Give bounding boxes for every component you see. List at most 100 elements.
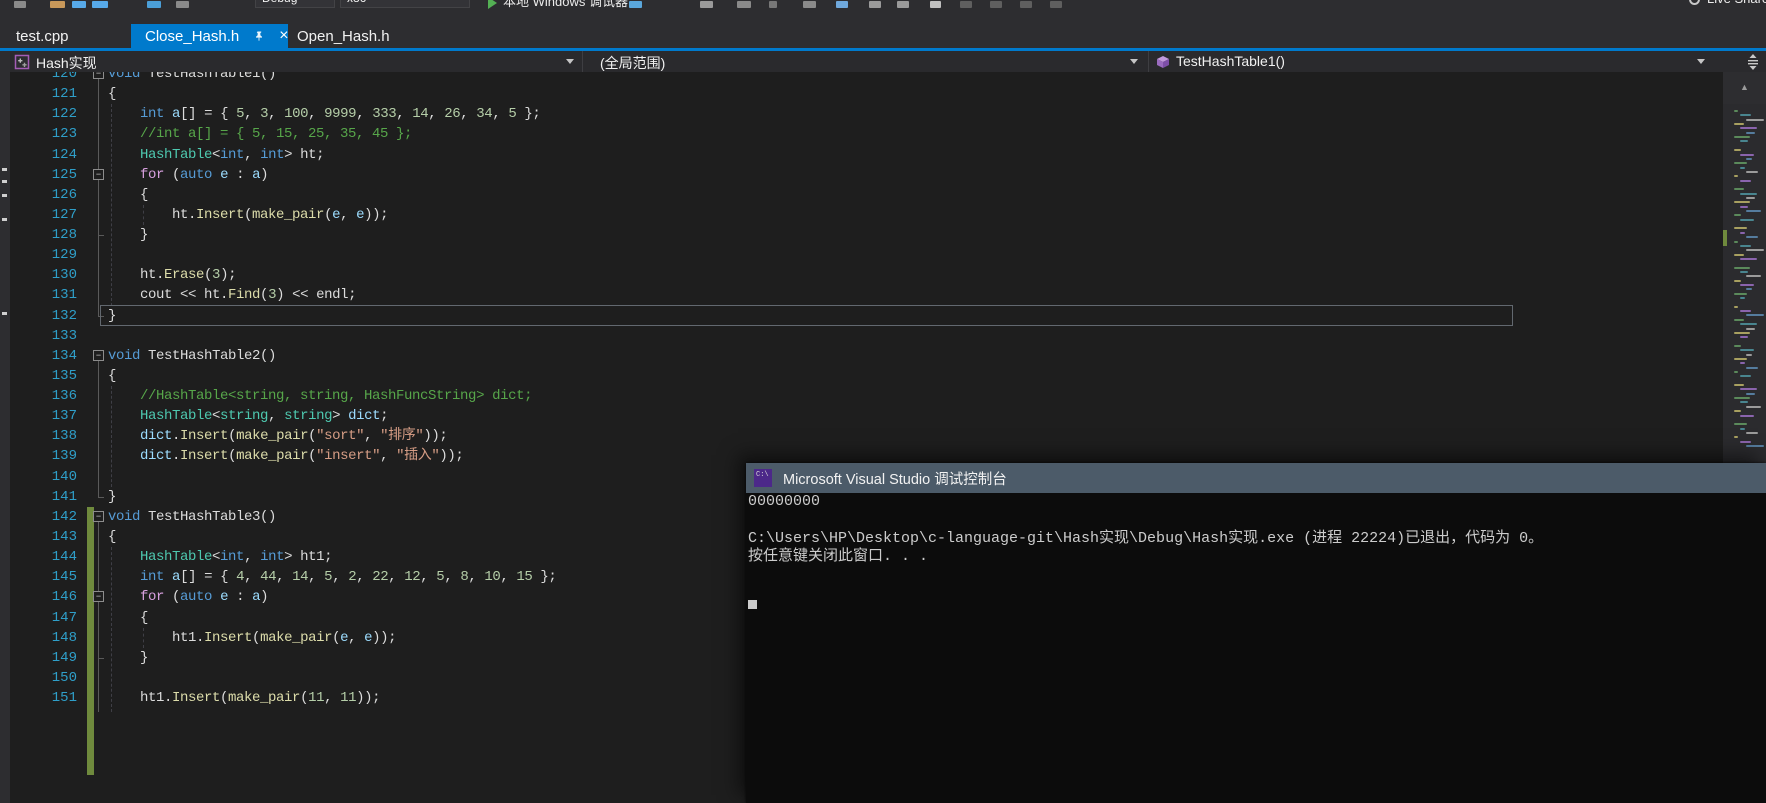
minimap-line-mark <box>1734 214 1741 217</box>
fold-collapse-icon[interactable]: − <box>93 168 104 180</box>
live-share-button[interactable]: Live Share <box>1707 0 1766 6</box>
line-number: 139 <box>51 448 77 465</box>
chevron-down-icon[interactable] <box>566 59 574 64</box>
scope-dropdown[interactable]: (全局范围) <box>600 53 665 73</box>
minimap-line-mark <box>1734 305 1738 308</box>
toolbar-icon-12[interactable] <box>869 1 881 8</box>
minimap-line-mark <box>1740 257 1757 260</box>
code-line-130: 130 ht.Erase(3); <box>10 265 1723 286</box>
code-line-135: 135 { <box>10 366 1723 387</box>
platform-dropdown[interactable]: x86 <box>340 0 470 8</box>
toolbar-icon-1[interactable] <box>50 1 65 8</box>
tab-close-hash-h[interactable]: Close_Hash.h × <box>131 24 289 48</box>
code-text: HashTable<int, int> ht; <box>140 146 325 163</box>
toolbar-icon-4[interactable] <box>147 1 161 8</box>
code-line-137: 137 HashTable<string, string> dict; <box>10 406 1723 427</box>
project-dropdown[interactable]: Hash实现 <box>36 53 97 73</box>
minimap-line-mark <box>1734 149 1741 152</box>
start-debug-button[interactable]: 本地 Windows 调试器 <box>503 0 628 10</box>
main-toolbar: Debug x86 本地 Windows 调试器 Live Share <box>0 0 1766 10</box>
minimap-line-mark <box>1734 240 1738 243</box>
line-number: 147 <box>51 609 77 626</box>
tab-open-hash-h[interactable]: Open_Hash.h <box>288 24 398 48</box>
fold-collapse-icon[interactable]: − <box>93 349 104 361</box>
code-text: void TestHashTable1() <box>108 72 277 82</box>
document-tab-strip: test.cpp Close_Hash.h × Open_Hash.h <box>0 10 1766 48</box>
console-title: Microsoft Visual Studio 调试控制台 <box>783 471 1007 488</box>
vs-window: Debug x86 本地 Windows 调试器 Live Share test… <box>0 0 1766 803</box>
minimap-line-mark <box>1740 153 1754 156</box>
toolbar-icon-11[interactable] <box>836 1 848 8</box>
strip-mark <box>2 180 7 183</box>
code-text: void TestHashTable3() <box>108 508 277 525</box>
code-text: ht1.Insert(make_pair(e, e)); <box>108 629 397 646</box>
minimap-line-mark <box>1740 114 1751 117</box>
minimap-line-mark <box>1740 388 1757 391</box>
toolbar-icon-10[interactable] <box>803 1 816 8</box>
minimap-line-mark <box>1734 253 1744 256</box>
code-text: { <box>108 367 117 384</box>
platform-value: x86 <box>347 0 366 5</box>
toolbar-icon-2[interactable] <box>72 1 86 8</box>
chevron-down-icon[interactable] <box>1130 59 1138 64</box>
minimap-line-mark <box>1740 375 1751 378</box>
code-line-126: 126 { <box>10 185 1723 206</box>
minimap-line-mark <box>1740 414 1754 417</box>
fold-collapse-icon[interactable]: − <box>93 72 104 79</box>
minimap-line-mark <box>1740 244 1751 247</box>
toolbar-icon-17[interactable] <box>1020 1 1032 8</box>
console-titlebar[interactable]: C:\ Microsoft Visual Studio 调试控制台 <box>746 463 1766 493</box>
split-editor-handle[interactable] <box>1740 51 1766 72</box>
minimap-line-mark <box>1734 136 1750 139</box>
line-number: 141 <box>51 488 77 505</box>
code-text: } <box>108 488 117 505</box>
toolbar-icon-0[interactable] <box>14 1 26 8</box>
live-share-icon[interactable] <box>1689 0 1700 5</box>
debug-console-window[interactable]: C:\ Microsoft Visual Studio 调试控制台 000000… <box>746 463 1766 803</box>
tab-label: Open_Hash.h <box>297 27 390 45</box>
fold-collapse-icon[interactable]: − <box>93 510 104 522</box>
start-debug-icon[interactable] <box>488 0 497 9</box>
toolbar-icon-13[interactable] <box>897 1 909 8</box>
minimap-line-mark <box>1740 440 1751 443</box>
toolbar-icon-5[interactable] <box>176 1 189 8</box>
member-dropdown[interactable]: TestHashTable1() <box>1176 53 1285 69</box>
scroll-up-arrow[interactable]: ▲ <box>1723 72 1766 104</box>
code-line-134: 134 − void TestHashTable2() <box>10 346 1723 367</box>
minimap-line-mark <box>1746 118 1764 121</box>
code-line-136: 136 //HashTable<string, string, HashFunc… <box>10 386 1723 407</box>
toolbar-icon-9[interactable] <box>769 1 777 8</box>
toolbar-icon-3[interactable] <box>92 1 108 8</box>
code-text: //int a[] = { 5, 15, 25, 35, 45 }; <box>108 126 413 143</box>
code-line-121: 121 { <box>10 84 1723 105</box>
pin-icon[interactable] <box>253 30 265 42</box>
toolbar-icon-6[interactable] <box>629 1 642 8</box>
chevron-down-icon[interactable] <box>1697 59 1705 64</box>
solution-config-value: Debug <box>262 0 297 5</box>
toolbar-icon-16[interactable] <box>990 1 1002 8</box>
code-text: for (auto e : a) <box>140 166 269 183</box>
minimap-line-mark <box>1734 318 1744 321</box>
fold-collapse-icon[interactable]: − <box>93 591 104 603</box>
minimap-line-mark <box>1740 284 1754 286</box>
code-text: dict.Insert(make_pair("sort", "排序")); <box>140 428 448 445</box>
toolbar-icon-14[interactable] <box>930 1 941 8</box>
toolbar-icon-8[interactable] <box>737 1 751 8</box>
toolbar-icon-7[interactable] <box>700 1 713 8</box>
minimap-line-mark <box>1734 357 1747 360</box>
minimap-line-mark <box>1740 401 1748 404</box>
code-line-127: 127 ht.Insert(make_pair(e, e)); <box>10 205 1723 226</box>
console-output[interactable]: 00000000 C:\Users\HP\Desktop\c-language-… <box>746 493 1766 803</box>
code-text: HashTable<string, string> dict; <box>140 408 389 425</box>
tab-test-cpp[interactable]: test.cpp <box>0 24 130 48</box>
line-number: 133 <box>51 327 77 344</box>
code-text: HashTable<int, int> ht1; <box>140 549 333 566</box>
line-number: 146 <box>51 589 77 606</box>
minimap-line-mark <box>1734 397 1750 400</box>
toolbar-icon-18[interactable] <box>1050 1 1062 8</box>
minimap-line-mark <box>1740 323 1757 326</box>
solution-config-dropdown[interactable]: Debug <box>255 0 335 8</box>
line-number: 131 <box>51 287 77 304</box>
toolbar-icon-15[interactable] <box>960 1 972 8</box>
line-number: 140 <box>51 468 77 485</box>
